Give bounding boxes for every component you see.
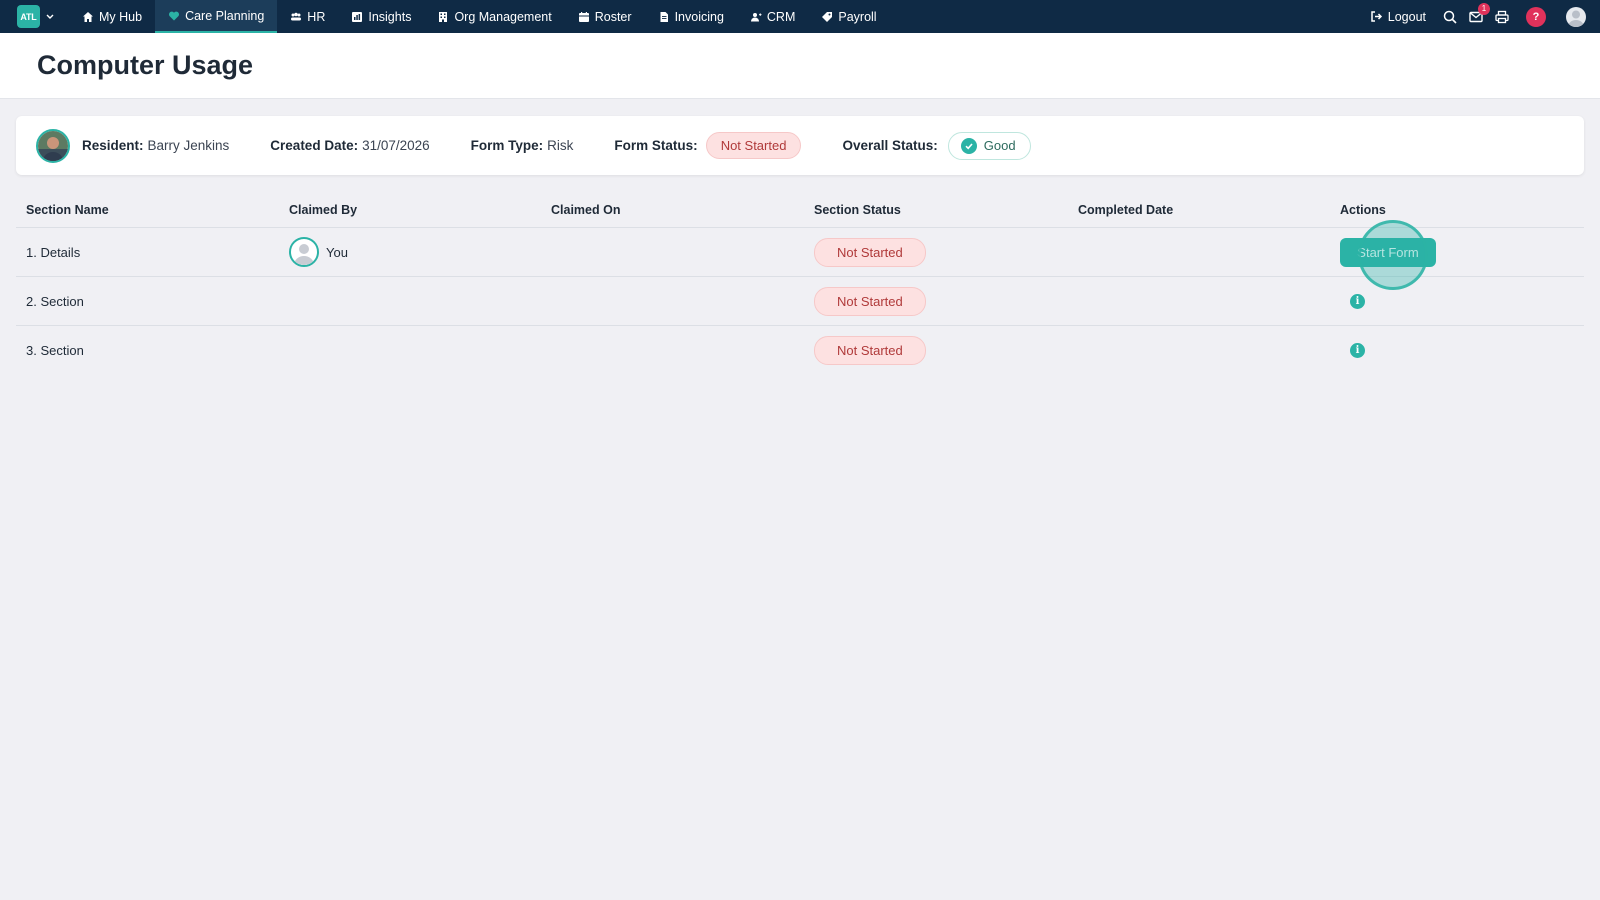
status-badge: Not Started	[814, 336, 926, 365]
help-button[interactable]: ?	[1526, 6, 1546, 27]
nav-item-label: Roster	[594, 9, 632, 24]
form-status-badge: Not Started	[705, 132, 802, 159]
info-icon[interactable]: i	[1350, 293, 1365, 309]
form-type-field: Form Type: Risk	[471, 138, 574, 153]
nav-item-crm[interactable]: CRM	[737, 0, 808, 33]
top-navigation: ATL My Hub Care Planning HR Insights Org…	[0, 0, 1600, 33]
form-type-label: Form Type:	[470, 138, 544, 153]
tag-icon	[821, 11, 833, 23]
created-date-label: Created Date:	[270, 138, 359, 153]
form-status-label: Form Status:	[614, 138, 698, 153]
form-status-field: Form Status: Not Started	[614, 132, 802, 159]
actions-cell: Start Form	[1330, 237, 1584, 267]
users-icon	[750, 11, 762, 23]
column-header-claimed-by: Claimed By	[289, 203, 358, 217]
nav-item-label: Invoicing	[674, 9, 724, 24]
form-type-value: Risk	[547, 138, 574, 153]
nav-item-label: My Hub	[99, 9, 143, 24]
nav-item-care-planning[interactable]: Care Planning	[155, 0, 278, 33]
nav-item-hr[interactable]: HR	[277, 0, 338, 33]
section-name: 2. Section	[26, 293, 84, 309]
status-badge: Not Started	[814, 237, 926, 267]
nav-item-label: Payroll	[838, 9, 877, 24]
table-row: 1. Details You Not Started Start Form	[16, 228, 1584, 277]
table-header: Section Name Claimed By Claimed On Secti…	[16, 193, 1584, 228]
logout-label: Logout	[1387, 9, 1426, 24]
actions-cell: i	[1330, 343, 1584, 358]
chart-icon	[351, 11, 363, 23]
claimed-by-name: You	[326, 244, 348, 260]
nav-item-org-management[interactable]: Org Management	[424, 0, 564, 33]
resident-field: Resident: Barry Jenkins	[82, 138, 229, 153]
nav-item-roster[interactable]: Roster	[565, 0, 645, 33]
form-info-card: Resident: Barry Jenkins Created Date: 31…	[16, 116, 1584, 175]
section-status-cell: Not Started	[804, 336, 1068, 365]
actions-cell: i	[1330, 293, 1584, 309]
print-icon[interactable]	[1494, 9, 1510, 25]
notification-badge: 1	[1478, 2, 1490, 15]
building-icon	[437, 11, 449, 23]
column-header-section-status: Section Status	[814, 203, 901, 217]
heart-icon	[168, 10, 180, 22]
page-header: Computer Usage	[0, 33, 1600, 99]
logout-icon	[1370, 10, 1383, 23]
nav-item-label: HR	[307, 9, 326, 24]
section-name: 3. Section	[26, 343, 84, 358]
calendar-icon	[578, 11, 590, 23]
nav-item-label: CRM	[766, 9, 796, 24]
chevron-down-icon	[45, 12, 55, 22]
nav-item-invoicing[interactable]: Invoicing	[645, 0, 737, 33]
column-header-completed-date: Completed Date	[1078, 203, 1174, 217]
overall-status-label: Overall Status:	[842, 138, 938, 153]
resident-value: Barry Jenkins	[147, 138, 230, 153]
column-header-claimed-on: Claimed On	[551, 203, 621, 217]
overall-status-badge: Good	[947, 131, 1031, 160]
nav-item-label: Care Planning	[185, 8, 265, 23]
user-avatar[interactable]	[1566, 6, 1586, 27]
search-icon[interactable]	[1442, 9, 1458, 25]
logout-button[interactable]: Logout	[1370, 10, 1426, 24]
mail-icon[interactable]: 1	[1468, 2, 1490, 25]
created-date-field: Created Date: 31/07/2026	[270, 138, 429, 153]
nav-item-my-hub[interactable]: My Hub	[69, 0, 155, 33]
table-row: 3. Section Not Started i	[16, 326, 1584, 375]
nav-item-insights[interactable]: Insights	[338, 0, 424, 33]
section-status-cell: Not Started	[804, 286, 1068, 316]
status-badge: Not Started	[814, 286, 926, 316]
sections-table: Section Name Claimed By Claimed On Secti…	[16, 193, 1584, 375]
claimant-avatar	[289, 237, 319, 267]
info-icon[interactable]: i	[1350, 343, 1365, 358]
resident-avatar	[36, 128, 70, 163]
brand-logo: ATL	[17, 5, 40, 28]
section-name: 1. Details	[26, 244, 81, 260]
created-date-value: 31/07/2026	[362, 138, 430, 153]
brand-switcher[interactable]: ATL	[17, 5, 55, 28]
home-icon	[82, 11, 94, 23]
resident-label: Resident:	[82, 138, 144, 153]
column-header-actions: Actions	[1340, 203, 1386, 217]
nav-item-label: Org Management	[454, 9, 552, 24]
check-circle-icon	[960, 137, 977, 154]
page-title: Computer Usage	[37, 50, 254, 80]
overall-status-field: Overall Status: Good	[842, 131, 1031, 160]
people-icon	[290, 11, 302, 23]
nav-item-label: Insights	[368, 9, 412, 24]
table-row: 2. Section Not Started i	[16, 277, 1584, 326]
document-icon	[658, 11, 670, 23]
column-header-section-name: Section Name	[26, 203, 109, 217]
start-form-button[interactable]: Start Form	[1340, 237, 1436, 267]
overall-status-value: Good	[983, 138, 1016, 153]
section-status-cell: Not Started	[804, 237, 1068, 267]
claimed-by-cell: You	[279, 237, 541, 267]
nav-item-payroll[interactable]: Payroll	[808, 0, 889, 33]
